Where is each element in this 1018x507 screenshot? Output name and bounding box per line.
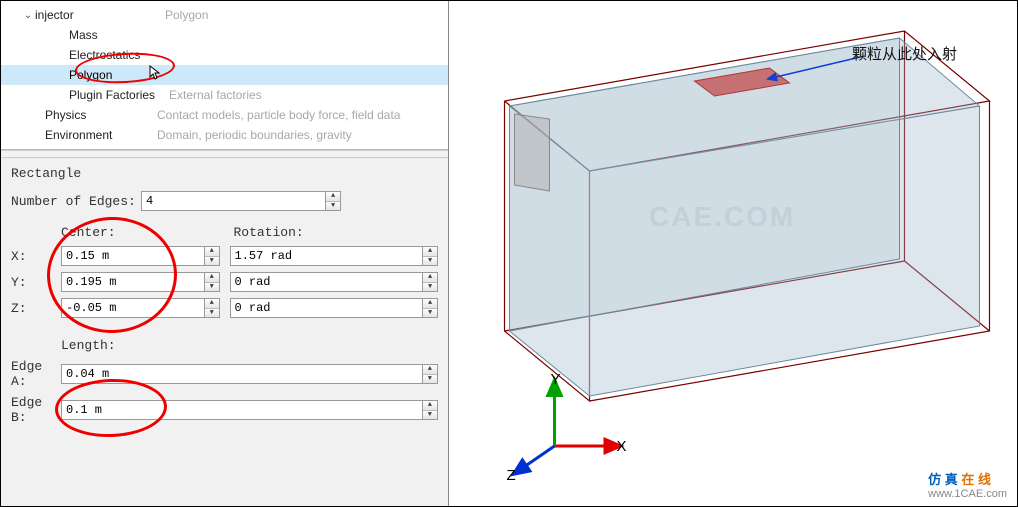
spin-up-icon[interactable]: ▲: [423, 365, 437, 375]
spin-down-icon[interactable]: ▼: [205, 257, 219, 266]
edge-b-label: Edge B:: [11, 395, 61, 425]
rot-z-input[interactable]: ▲▼: [230, 298, 439, 318]
tree-label: Polygon: [69, 68, 199, 82]
axis-y-label: Y: [551, 371, 561, 388]
rotation-header: Rotation:: [234, 225, 439, 240]
spin-up-icon[interactable]: ▲: [423, 299, 437, 309]
tree-row-mass[interactable]: Mass: [1, 25, 448, 45]
panel-title: Rectangle: [11, 166, 438, 181]
center-header: Center:: [61, 225, 220, 240]
length-header: Length:: [61, 338, 438, 353]
tree-desc: Contact models, particle body force, fie…: [157, 108, 400, 122]
spin-up-icon[interactable]: ▲: [205, 273, 219, 283]
rot-x-input[interactable]: ▲▼: [230, 246, 439, 266]
tree-row-injector[interactable]: ⌄ injector Polygon: [1, 5, 448, 25]
center-z-input[interactable]: ▲▼: [61, 298, 220, 318]
edge-a-label: Edge A:: [11, 359, 61, 389]
tree-label: injector: [35, 8, 165, 22]
tree-view: ⌄ injector Polygon Mass Electrostatics P…: [1, 1, 448, 150]
tree-label: Physics: [45, 108, 157, 122]
center-z-field[interactable]: [62, 299, 204, 317]
rot-z-field[interactable]: [231, 299, 423, 317]
tree-desc: Polygon: [165, 8, 208, 22]
tree-label: Electrostatics: [69, 48, 199, 62]
spin-down-icon[interactable]: ▼: [326, 202, 340, 211]
chevron-down-icon[interactable]: ⌄: [21, 10, 35, 21]
rot-x-field[interactable]: [231, 247, 423, 265]
spin-down-icon[interactable]: ▼: [205, 309, 219, 318]
tree-row-plugin-factories[interactable]: Plugin Factories External factories: [1, 85, 448, 105]
spin-up-icon[interactable]: ▲: [423, 247, 437, 257]
y-label: Y:: [11, 275, 61, 290]
spin-down-icon[interactable]: ▼: [423, 375, 437, 384]
edge-b-field[interactable]: [62, 401, 422, 419]
spin-up-icon[interactable]: ▲: [423, 273, 437, 283]
spin-down-icon[interactable]: ▼: [423, 309, 437, 318]
tree-row-environment[interactable]: Environment Domain, periodic boundaries,…: [1, 125, 448, 145]
spin-down-icon[interactable]: ▼: [205, 283, 219, 292]
edges-label: Number of Edges:: [11, 194, 141, 209]
properties-panel: Rectangle Number of Edges: ▲▼ Center: X:…: [1, 158, 448, 506]
center-y-field[interactable]: [62, 273, 204, 291]
3d-viewport[interactable]: CAE.COM: [449, 1, 1017, 506]
spin-down-icon[interactable]: ▼: [423, 257, 437, 266]
viewport-canvas: X Y Z: [449, 1, 1017, 506]
rot-y-field[interactable]: [231, 273, 423, 291]
spin-down-icon[interactable]: ▼: [423, 411, 437, 420]
axis-x-label: X: [617, 438, 627, 455]
spin-up-icon[interactable]: ▲: [326, 192, 340, 202]
axis-z-label: Z: [507, 467, 516, 484]
z-label: Z:: [11, 301, 61, 316]
spin-up-icon[interactable]: ▲: [423, 401, 437, 411]
rot-y-input[interactable]: ▲▼: [230, 272, 439, 292]
center-x-field[interactable]: [62, 247, 204, 265]
spin-up-icon[interactable]: ▲: [205, 247, 219, 257]
center-y-input[interactable]: ▲▼: [61, 272, 220, 292]
tree-label: Environment: [45, 128, 157, 142]
tree-row-electrostatics[interactable]: Electrostatics: [1, 45, 448, 65]
annotation-label: 颗粒从此处入射: [852, 43, 957, 64]
spin-down-icon[interactable]: ▼: [423, 283, 437, 292]
tree-row-polygon[interactable]: Polygon: [1, 65, 448, 85]
spin-up-icon[interactable]: ▲: [205, 299, 219, 309]
tree-desc: External factories: [169, 88, 262, 102]
x-label: X:: [11, 249, 61, 264]
edges-input[interactable]: ▲▼: [141, 191, 341, 211]
tree-label: Plugin Factories: [69, 88, 169, 102]
edge-a-field[interactable]: [62, 365, 422, 383]
watermark-logo: 仿 真 在 线 www.1CAE.com: [928, 469, 1007, 500]
center-x-input[interactable]: ▲▼: [61, 246, 220, 266]
tree-label: Mass: [69, 28, 199, 42]
tree-desc: Domain, periodic boundaries, gravity: [157, 128, 352, 142]
edges-field[interactable]: [142, 192, 325, 210]
panel-divider[interactable]: [1, 150, 448, 158]
edge-b-input[interactable]: ▲▼: [61, 400, 438, 420]
edge-a-input[interactable]: ▲▼: [61, 364, 438, 384]
tree-row-physics[interactable]: Physics Contact models, particle body fo…: [1, 105, 448, 125]
